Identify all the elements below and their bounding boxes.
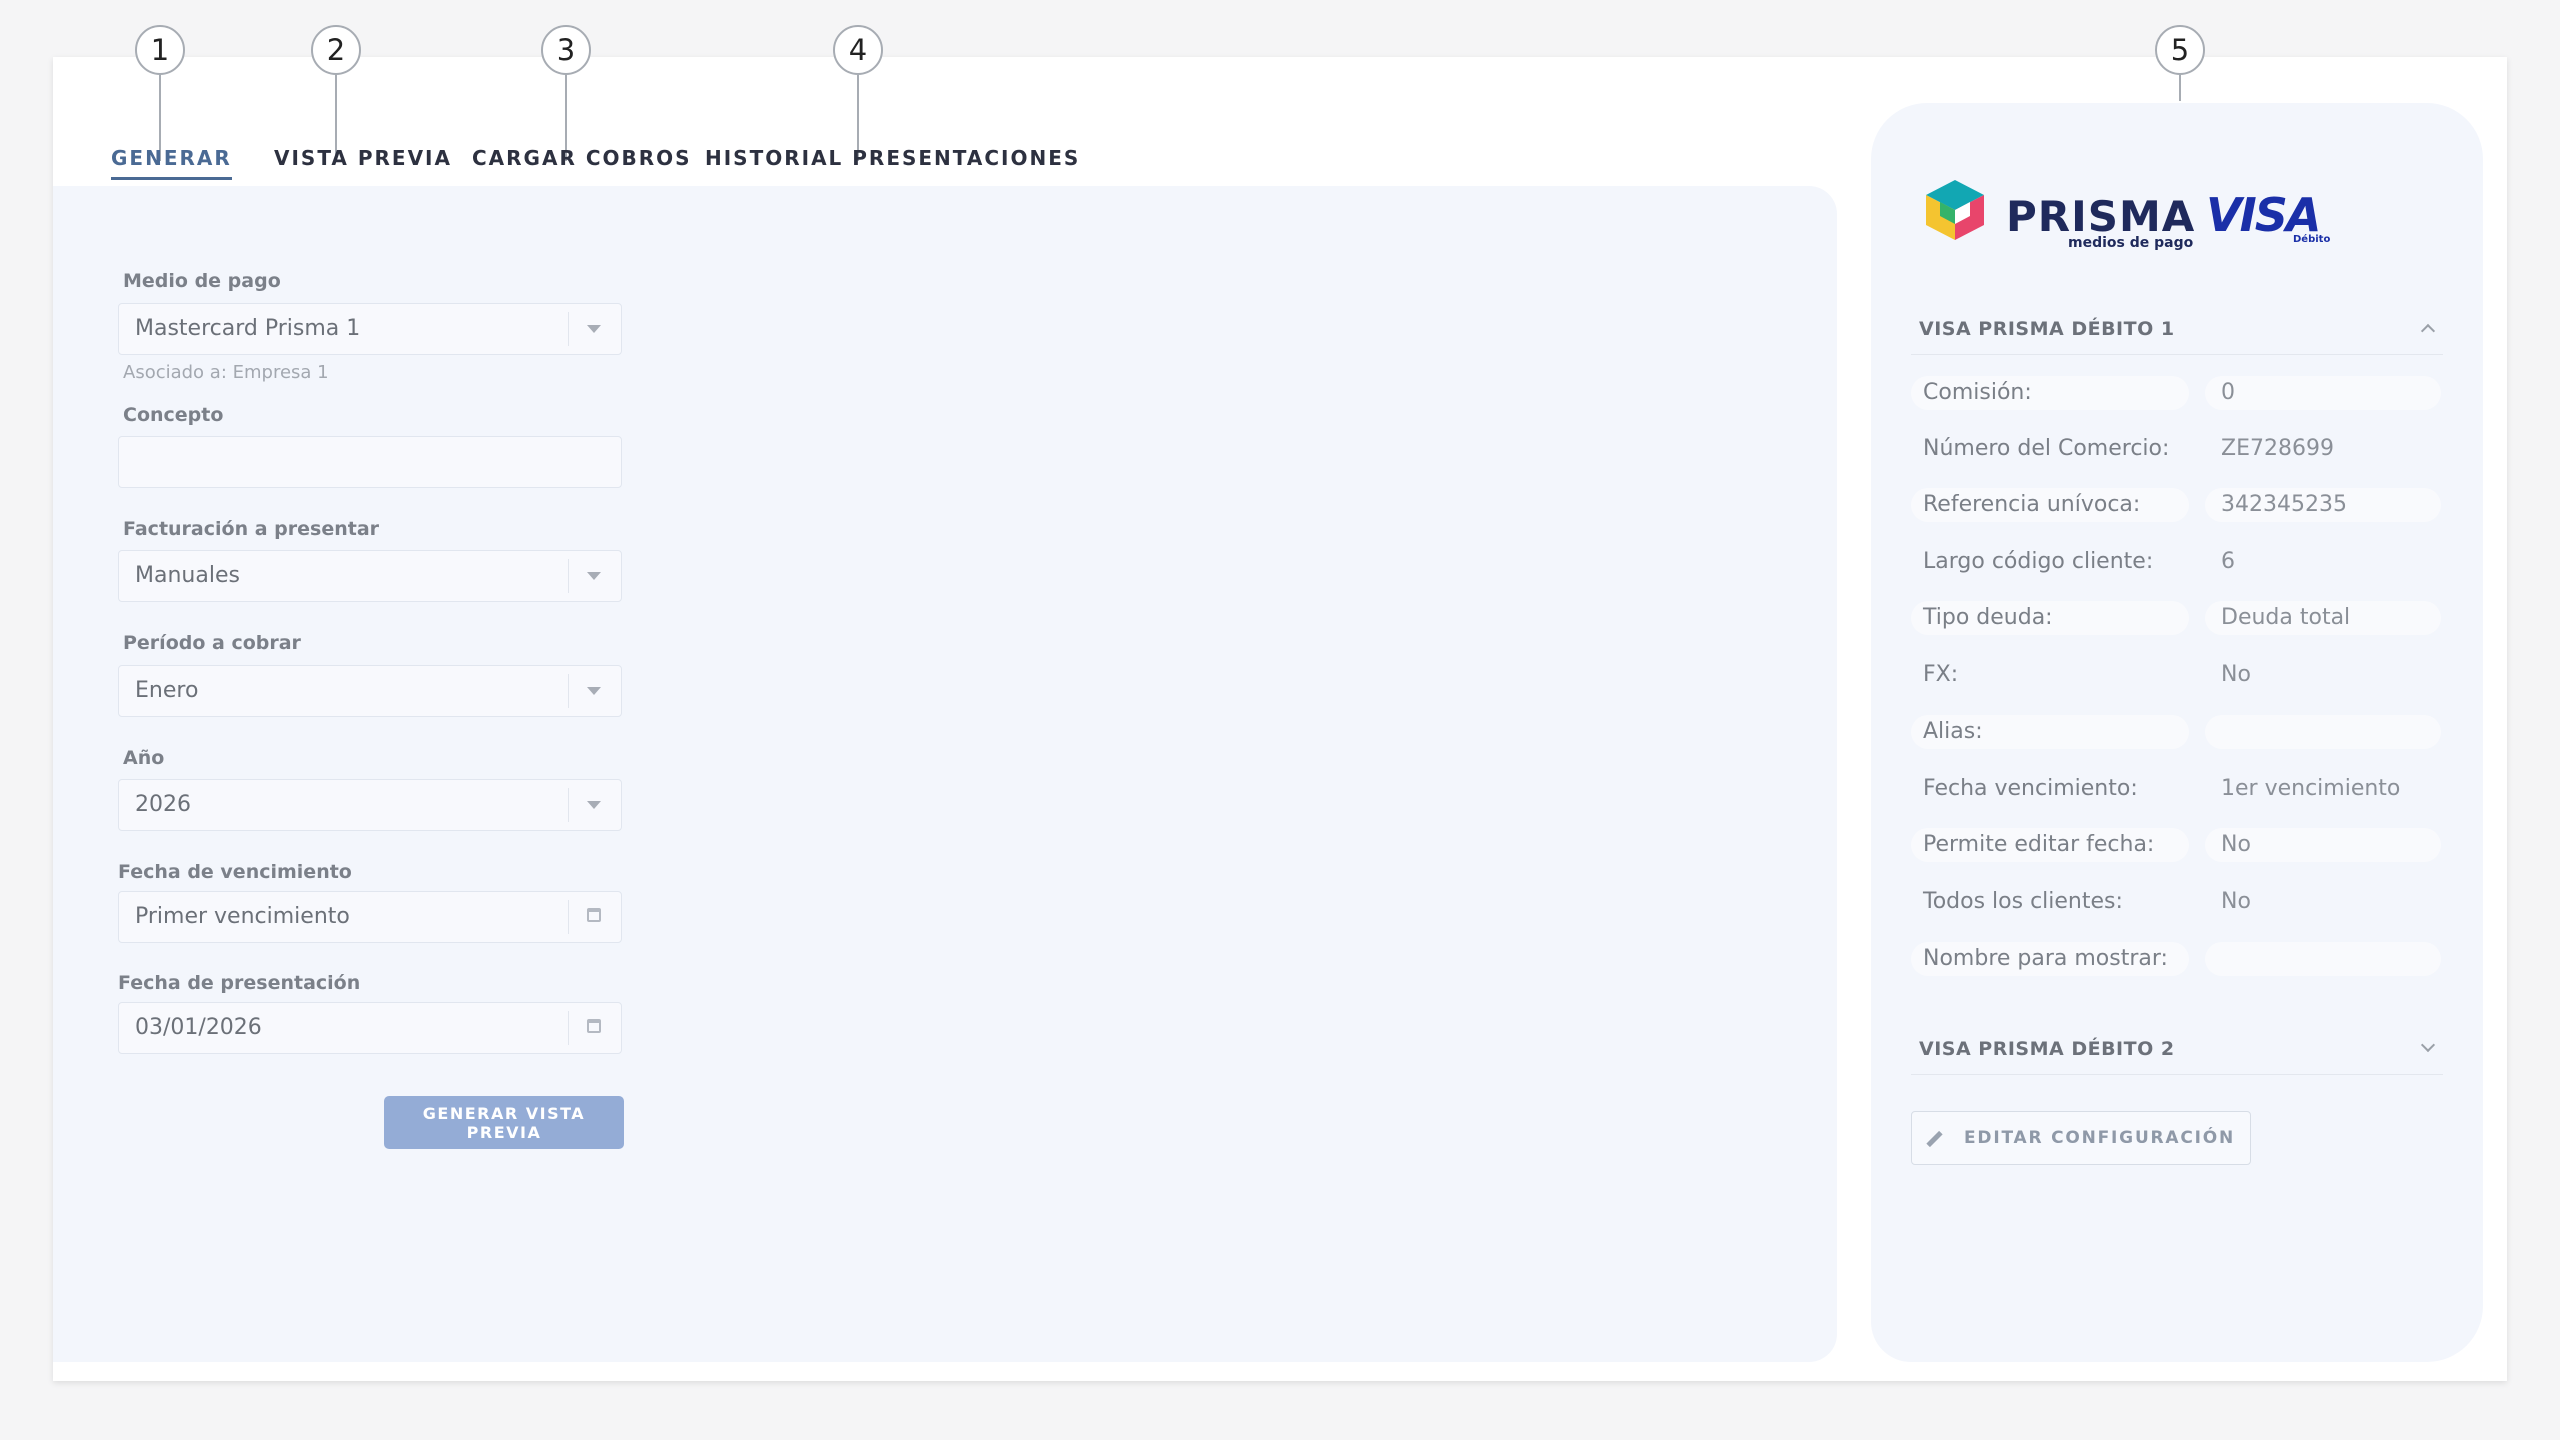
caret-down-icon: [587, 687, 601, 695]
callout-number: 4: [833, 25, 883, 75]
chevron-down-icon[interactable]: [2420, 1037, 2436, 1053]
callout-number: 3: [541, 25, 591, 75]
facturacion-select[interactable]: Manuales: [118, 550, 622, 602]
config-value: Deuda total: [2205, 601, 2441, 635]
section-title: VISA PRISMA DÉBITO 1: [1919, 318, 2175, 340]
prisma-wordmark: PRISMA: [2006, 192, 2196, 241]
concepto-label: Concepto: [123, 404, 224, 426]
presentacion-value: 03/01/2026: [135, 1015, 262, 1040]
vencimiento-value: Primer vencimiento: [135, 904, 350, 929]
config-value: 1er vencimiento: [2221, 776, 2401, 801]
vencimiento-date-input[interactable]: Primer vencimiento: [118, 891, 622, 943]
tab-vista-previa[interactable]: VISTA PREVIA: [274, 146, 452, 170]
presentacion-label: Fecha de presentación: [118, 972, 361, 994]
config-value: 0: [2205, 376, 2441, 410]
vencimiento-label: Fecha de vencimiento: [118, 861, 352, 883]
periodo-label: Período a cobrar: [123, 632, 301, 654]
config-value: 342345235: [2205, 488, 2441, 522]
callout-number: 5: [2155, 25, 2205, 75]
callout-2: 2: [311, 25, 361, 161]
callout-5: 5: [2155, 25, 2205, 101]
caret-down-icon: [587, 572, 601, 580]
config-label: Permite editar fecha:: [1911, 828, 2189, 862]
prisma-tagline: medios de pago: [2068, 235, 2194, 251]
visa-debito-label: Débito: [2293, 234, 2331, 245]
facturacion-value: Manuales: [135, 563, 240, 588]
calendar-icon[interactable]: [587, 1019, 601, 1033]
calendar-icon[interactable]: [587, 908, 601, 922]
config-label: Nombre para mostrar:: [1911, 942, 2189, 976]
config-label: Fecha vencimiento:: [1923, 776, 2138, 801]
callout-number: 2: [311, 25, 361, 75]
config-value: 6: [2221, 549, 2235, 574]
config-value: [2205, 942, 2441, 976]
section-visa-debito-2[interactable]: VISA PRISMA DÉBITO 2: [1911, 1034, 2443, 1075]
anio-value: 2026: [135, 792, 191, 817]
periodo-select[interactable]: Enero: [118, 665, 622, 717]
config-value: ZE728699: [2221, 436, 2334, 461]
periodo-value: Enero: [135, 678, 199, 703]
config-label: FX:: [1923, 662, 1959, 687]
config-value: No: [2221, 889, 2251, 914]
anio-select[interactable]: 2026: [118, 779, 622, 831]
facturacion-label: Facturación a presentar: [123, 518, 380, 540]
section-title: VISA PRISMA DÉBITO 2: [1919, 1038, 2175, 1060]
editar-configuracion-button[interactable]: EDITAR CONFIGURACIÓN: [1911, 1111, 2251, 1165]
tab-historial-presentaciones[interactable]: HISTORIAL PRESENTACIONES: [705, 146, 1080, 170]
caret-down-icon: [587, 801, 601, 809]
config-label: Número del Comercio:: [1923, 436, 2170, 461]
section-visa-debito-1[interactable]: VISA PRISMA DÉBITO 1: [1911, 314, 2443, 355]
config-value: No: [2221, 662, 2251, 687]
concepto-input[interactable]: [118, 436, 622, 488]
prisma-logo-icon: [1920, 178, 1990, 242]
caret-down-icon: [587, 325, 601, 333]
editar-configuracion-label: EDITAR CONFIGURACIÓN: [1964, 1128, 2236, 1148]
pencil-icon: [1926, 1130, 1943, 1148]
config-label: Comisión:: [1911, 376, 2189, 410]
config-label: Largo código cliente:: [1923, 549, 2154, 574]
callout-3: 3: [541, 25, 591, 161]
tab-generar[interactable]: GENERAR: [111, 146, 232, 180]
medio-pago-hint: Asociado a: Empresa 1: [123, 362, 329, 383]
config-label: Referencia unívoca:: [1911, 488, 2189, 522]
config-label: Alias:: [1911, 715, 2189, 749]
presentacion-date-input[interactable]: 03/01/2026: [118, 1002, 622, 1054]
config-value: [2205, 715, 2441, 749]
generar-vista-previa-button[interactable]: GENERAR VISTA PREVIA: [384, 1096, 624, 1149]
config-value: No: [2205, 828, 2441, 862]
medio-pago-select[interactable]: Mastercard Prisma 1: [118, 303, 622, 355]
medio-pago-label: Medio de pago: [123, 270, 281, 292]
callout-4: 4: [833, 25, 883, 161]
tab-cargar-cobros[interactable]: CARGAR COBROS: [472, 146, 692, 170]
medio-pago-value: Mastercard Prisma 1: [135, 316, 361, 341]
chevron-up-icon[interactable]: [2420, 323, 2436, 339]
anio-label: Año: [123, 747, 165, 769]
callout-1: 1: [135, 25, 185, 161]
config-label: Todos los clientes:: [1923, 889, 2123, 914]
config-label: Tipo deuda:: [1911, 601, 2189, 635]
callout-number: 1: [135, 25, 185, 75]
